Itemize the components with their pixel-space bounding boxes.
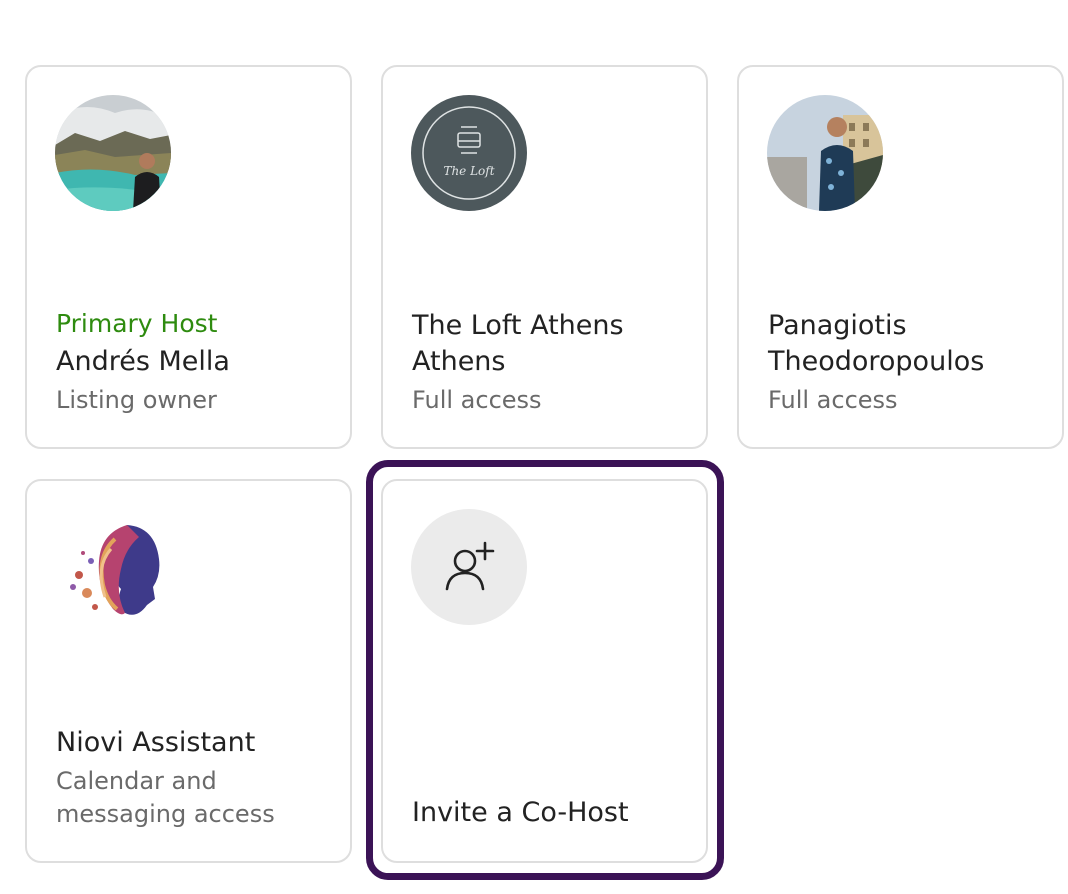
cohost-info: Panagiotis Theodoropoulos Full access — [768, 308, 1048, 417]
avatar — [55, 95, 171, 211]
avatar — [55, 509, 171, 625]
access-level: Listing owner — [56, 386, 217, 414]
avatar — [767, 95, 883, 211]
cohost-card-andres[interactable]: Primary Host Andrés Mella Listing owner — [25, 65, 352, 449]
cohost-name: The Loft Athens Athens — [412, 310, 624, 377]
access-level: Full access — [768, 386, 898, 414]
cohost-name: Niovi Assistant — [56, 727, 256, 758]
access-level: Full access — [412, 386, 542, 414]
person-city-photo-icon — [767, 95, 883, 211]
cohost-info: Primary Host Andrés Mella Listing owner — [56, 308, 336, 417]
svg-text:The Loft: The Loft — [443, 164, 494, 178]
access-level: Calendar and messaging access — [56, 767, 275, 828]
cohost-card-niovi[interactable]: Niovi Assistant Calendar and messaging a… — [25, 479, 352, 863]
invite-avatar — [411, 509, 527, 625]
person-mountain-photo-icon — [55, 95, 171, 211]
cohost-info: The Loft Athens Athens Full access — [412, 308, 692, 417]
invite-cohost-card[interactable]: Invite a Co-Host — [381, 479, 708, 863]
cohost-name: Panagiotis Theodoropoulos — [768, 310, 985, 377]
invite-info: Invite a Co-Host — [412, 795, 692, 831]
role-label: Primary Host — [56, 309, 218, 338]
avatar: The Loft — [411, 95, 527, 211]
the-loft-logo-icon: The Loft — [422, 106, 516, 200]
invite-label: Invite a Co-Host — [412, 797, 629, 828]
cohost-info: Niovi Assistant Calendar and messaging a… — [56, 725, 336, 831]
cohost-name: Andrés Mella — [56, 346, 230, 377]
cohost-card-the-loft[interactable]: The Loft The Loft Athens Athens Full acc… — [381, 65, 708, 449]
cohost-card-panagiotis[interactable]: Panagiotis Theodoropoulos Full access — [737, 65, 1064, 449]
add-person-icon — [445, 541, 495, 591]
ai-woman-profile-icon — [55, 509, 171, 625]
